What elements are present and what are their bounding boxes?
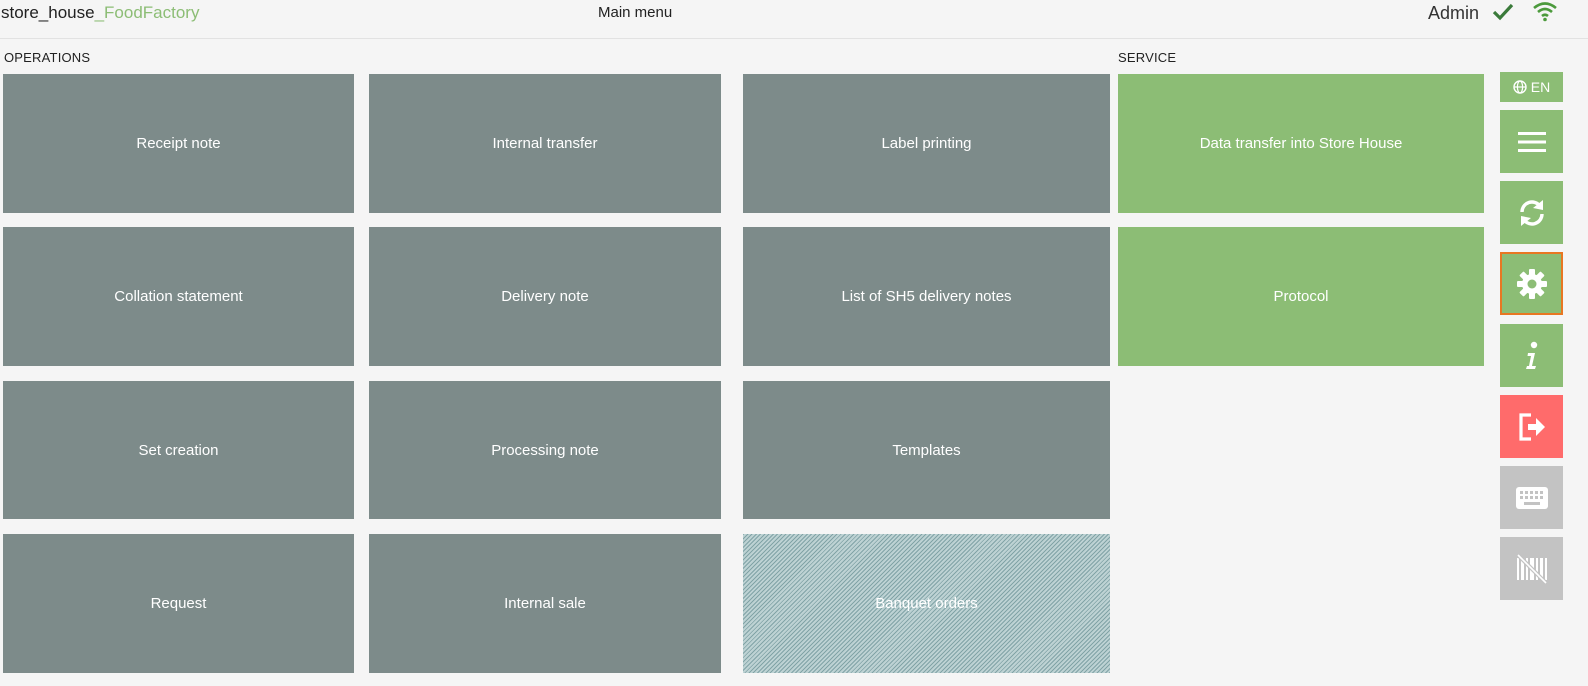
language-label: EN xyxy=(1530,79,1551,95)
tile-label: Delivery note xyxy=(501,288,589,305)
app-name: store_house xyxy=(1,3,95,22)
sh5-delivery-notes-tile[interactable]: List of SH5 delivery notes xyxy=(743,227,1110,366)
barcode-button[interactable] xyxy=(1500,537,1563,600)
tile-label: Receipt note xyxy=(136,135,221,152)
menu-button[interactable] xyxy=(1500,110,1563,173)
logout-button[interactable] xyxy=(1500,395,1563,458)
gear-icon xyxy=(1516,268,1547,299)
collation-statement-tile[interactable]: Collation statement xyxy=(3,227,354,366)
request-tile[interactable]: Request xyxy=(3,534,354,673)
internal-transfer-tile[interactable]: Internal transfer xyxy=(369,74,721,213)
receipt-note-tile[interactable]: Receipt note xyxy=(3,74,354,213)
barcode-off-icon xyxy=(1516,553,1547,584)
app-suffix: _FoodFactory xyxy=(94,3,200,22)
tile-label: Label printing xyxy=(881,135,972,152)
tile-label: Processing note xyxy=(491,441,599,459)
globe-icon xyxy=(1513,80,1527,94)
tile-label: Protocol xyxy=(1273,288,1329,305)
tile-label: List of SH5 delivery notes xyxy=(841,288,1012,305)
protocol-tile[interactable]: Protocol xyxy=(1118,227,1484,366)
keyboard-icon xyxy=(1515,486,1548,509)
processing-note-tile[interactable]: Processing note xyxy=(369,381,721,519)
tile-label: Templates xyxy=(892,441,961,459)
internal-sale-tile[interactable]: Internal sale xyxy=(369,534,721,673)
tile-label: Request xyxy=(150,595,207,612)
user-name: Admin xyxy=(1428,3,1480,23)
wifi-icon xyxy=(1533,2,1557,22)
data-transfer-tile[interactable]: Data transfer into Store House xyxy=(1118,74,1484,213)
tile-label: Set creation xyxy=(138,441,219,459)
info-icon xyxy=(1525,341,1537,369)
check-icon xyxy=(1492,3,1514,21)
language-button[interactable]: EN xyxy=(1500,72,1563,102)
operations-heading: OPERATIONS xyxy=(4,50,91,65)
label-printing-tile[interactable]: Label printing xyxy=(743,74,1110,213)
set-creation-tile[interactable]: Set creation xyxy=(3,381,354,519)
app-title: store_house_FoodFactory xyxy=(1,3,199,23)
page-title: Main menu xyxy=(598,4,673,21)
tile-label: Internal sale xyxy=(504,595,586,612)
sync-button[interactable] xyxy=(1500,181,1563,244)
tile-label: Internal transfer xyxy=(492,135,598,152)
settings-button[interactable] xyxy=(1500,252,1563,315)
tile-label: Banquet orders xyxy=(875,595,978,612)
tile-label: Collation statement xyxy=(114,288,243,305)
sync-icon xyxy=(1519,199,1544,226)
banquet-orders-tile: Banquet orders xyxy=(743,534,1110,673)
keyboard-button[interactable] xyxy=(1500,466,1563,529)
menu-icon xyxy=(1517,131,1546,152)
info-button[interactable] xyxy=(1500,324,1563,387)
templates-tile[interactable]: Templates xyxy=(743,381,1110,519)
top-bar: store_house_FoodFactory Main menu Admin xyxy=(0,0,1588,39)
service-heading: SERVICE xyxy=(1118,50,1177,65)
logout-icon xyxy=(1518,412,1545,441)
delivery-note-tile[interactable]: Delivery note xyxy=(369,227,721,366)
tile-label: Data transfer into Store House xyxy=(1199,135,1403,152)
